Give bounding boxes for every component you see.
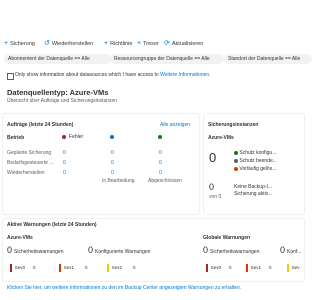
access-only-checkbox[interactable] bbox=[7, 73, 14, 80]
view-all-jobs-link[interactable]: Alle anzeigen bbox=[160, 122, 190, 128]
failed-status-icon bbox=[62, 135, 66, 139]
job-row-label: Bedarfsgesteuerte ... bbox=[7, 160, 54, 166]
completed-status-icon bbox=[158, 135, 162, 139]
operation-header: Betrieb bbox=[7, 135, 25, 141]
plus-icon: + bbox=[104, 40, 109, 47]
job-in-progress-count[interactable]: 0 bbox=[111, 150, 114, 156]
job-failed-count[interactable]: 0 bbox=[63, 170, 66, 176]
policy-button[interactable]: + Richtlinie bbox=[104, 40, 132, 47]
failed-header: Fehler bbox=[62, 134, 83, 140]
deleted-status-icon bbox=[234, 166, 238, 171]
in-progress-label: In Bearbeitung bbox=[102, 178, 135, 184]
jobs-card-title: Aufträge (letzte 24 Stunden) bbox=[7, 122, 74, 128]
global-sev1-count: 0 bbox=[269, 265, 272, 270]
azure-vms-alerts-title: Azure-VMs bbox=[7, 235, 33, 241]
azure-security-alerts[interactable]: 0 Sicherheitswarnungen bbox=[7, 246, 64, 256]
filter-location[interactable]: Standort der Datenquelle == Alle bbox=[224, 54, 312, 64]
restore-button[interactable]: ↺ Wiederherstellen bbox=[44, 40, 93, 47]
job-in-progress-count[interactable]: 0 bbox=[111, 160, 114, 166]
global-sev0-tile[interactable]: Sev0 bbox=[203, 264, 221, 272]
completed-label: Abgeschlossen bbox=[148, 178, 182, 184]
backup-note-2: Sicherung aktiv... bbox=[234, 191, 272, 197]
sev2-tile[interactable]: Sev2 bbox=[104, 264, 122, 272]
plus-icon: + bbox=[137, 40, 142, 47]
status-soft-deleted[interactable]: Vorläufig gelös... bbox=[234, 166, 276, 172]
job-completed-count[interactable]: 0 bbox=[159, 170, 162, 176]
backup-of-total: von 0 bbox=[209, 194, 222, 200]
refresh-button[interactable]: ⟳ Aktualisieren bbox=[164, 40, 203, 47]
sev1-count: 0 bbox=[85, 265, 88, 270]
global-sev1-tile[interactable]: Sev1 bbox=[243, 264, 261, 272]
learn-more-link[interactable]: Weitere Informationen. bbox=[160, 72, 211, 78]
global-configured-alerts[interactable]: 0 Konf... bbox=[280, 246, 301, 256]
sev2-count: 0 bbox=[133, 265, 136, 270]
azure-configured-alerts[interactable]: 0 Konfigurierte Warnungen bbox=[88, 246, 150, 256]
global-sev2-tile[interactable]: Sev bbox=[284, 264, 300, 272]
restore-icon: ↺ bbox=[44, 40, 50, 47]
alerts-info-link[interactable]: Klicken Sie hier, um weitere Information… bbox=[7, 285, 241, 291]
refresh-icon: ⟳ bbox=[164, 40, 170, 47]
job-row-label: Wiederherstellen bbox=[7, 170, 45, 176]
alerts-card-title: Aktive Warnungen (letzte 24 Stunden) bbox=[7, 222, 97, 228]
global-sev0-count: 0 bbox=[229, 265, 232, 270]
backup-note-1: Keine Backup-I... bbox=[234, 184, 273, 190]
job-failed-count[interactable]: 0 bbox=[63, 150, 66, 156]
plus-icon: + bbox=[4, 40, 9, 47]
global-security-alerts[interactable]: 0 Sicherheitswarnungen bbox=[203, 246, 260, 256]
vault-button[interactable]: + Tresor bbox=[137, 40, 159, 47]
success-status-icon bbox=[234, 150, 238, 155]
filter-subscription[interactable]: Abonnement der Datenquelle == Alle bbox=[4, 54, 112, 64]
page-title: Datenquellentyp: Azure-VMs bbox=[7, 88, 109, 97]
access-notice: Only show information about datasources … bbox=[15, 72, 211, 78]
status-protection-configured[interactable]: Schutz konfigu... bbox=[234, 150, 276, 156]
instances-datasource: Azure-VMs bbox=[208, 135, 234, 141]
job-failed-count[interactable]: 0 bbox=[63, 160, 66, 166]
filter-resource-group[interactable]: Ressourcengruppe der Datenquelle == Alle bbox=[110, 54, 224, 64]
job-completed-count[interactable]: 0 bbox=[159, 150, 162, 156]
sev0-count: 0 bbox=[33, 265, 36, 270]
global-alerts-title: Globale Warnungen bbox=[203, 235, 251, 241]
job-row-label: Geplante Sicherung bbox=[7, 150, 52, 156]
backup-count: 0 bbox=[209, 182, 215, 192]
job-in-progress-count[interactable]: 0 bbox=[111, 170, 114, 176]
sev0-tile[interactable]: Sev0 bbox=[7, 264, 25, 272]
backup-button[interactable]: + Sicherung bbox=[4, 40, 35, 47]
job-completed-count[interactable]: 0 bbox=[159, 160, 162, 166]
status-protection-stopped[interactable]: Schutz beende... bbox=[234, 158, 277, 164]
sev1-tile[interactable]: Sev1 bbox=[56, 264, 74, 272]
instances-total: 0 bbox=[209, 150, 217, 165]
in-progress-status-icon bbox=[110, 135, 114, 139]
stopped-status-icon bbox=[234, 158, 238, 163]
page-subtitle: Übersicht über Aufträge und Sicherungsin… bbox=[7, 98, 118, 104]
instances-card-title: Sicherungsinstanzen bbox=[208, 122, 259, 128]
